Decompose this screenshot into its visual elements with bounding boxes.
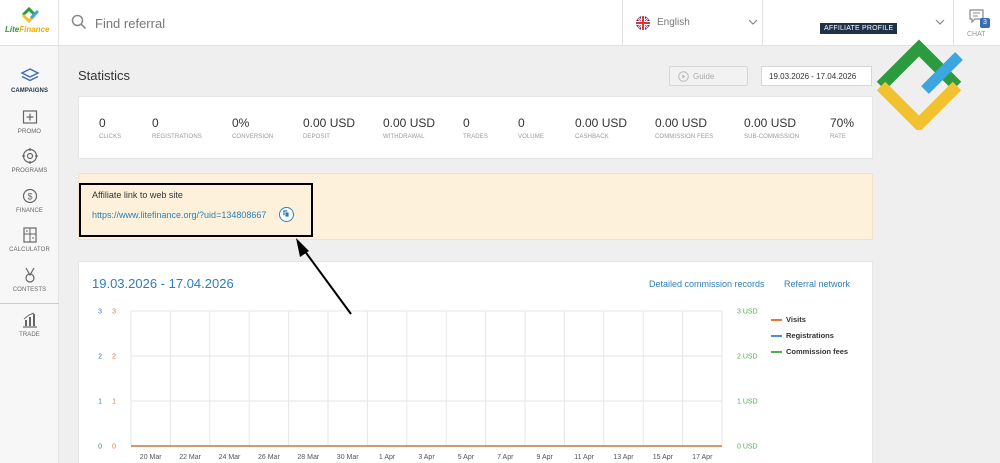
x-axis-tick-label: 3 Apr	[418, 454, 435, 461]
y2-axis-tick-label: 0 USD	[737, 444, 758, 451]
x-axis-tick-label: 1 Apr	[379, 454, 396, 461]
y-axis-tick-label: 3	[112, 309, 116, 316]
x-axis-tick-label: 17 Apr	[692, 454, 713, 461]
x-axis-tick-label: 7 Apr	[497, 454, 514, 461]
x-axis-tick-label: 28 Mar	[297, 454, 319, 461]
x-axis-tick-label: 15 Apr	[653, 454, 674, 461]
x-axis-tick-label: 30 Mar	[337, 454, 359, 461]
x-axis-tick-label: 22 Mar	[179, 454, 201, 461]
y2-axis-tick-label: 2 USD	[737, 354, 758, 361]
y2-axis-tick-label: 3 USD	[737, 309, 758, 316]
x-axis-tick-label: 13 Apr	[613, 454, 634, 461]
y-axis-tick-label: 2	[98, 354, 102, 361]
x-axis-tick-label: 20 Mar	[140, 454, 162, 461]
x-axis-tick-label: 11 Apr	[574, 454, 594, 461]
x-axis-tick-label: 5 Apr	[458, 454, 475, 461]
y-axis-tick-label: 3	[98, 309, 102, 316]
x-axis-tick-label: 24 Mar	[219, 454, 241, 461]
x-axis-tick-label: 26 Mar	[258, 454, 280, 461]
y2-axis-tick-label: 1 USD	[737, 399, 758, 406]
y-axis-tick-label: 1	[112, 399, 116, 406]
y-axis-tick-label: 0	[98, 444, 102, 451]
y-axis-tick-label: 1	[98, 399, 102, 406]
statistics-chart: 0 0 0 USD 1 1 1 USD 2 2 2 USD 3 3 3 USD 20 Mar 22 Mar…	[98, 309, 758, 462]
y-axis-tick-label: 0	[112, 444, 116, 451]
x-axis-tick-label: 9 Apr	[537, 454, 554, 461]
y-axis-tick-label: 2	[112, 354, 116, 361]
